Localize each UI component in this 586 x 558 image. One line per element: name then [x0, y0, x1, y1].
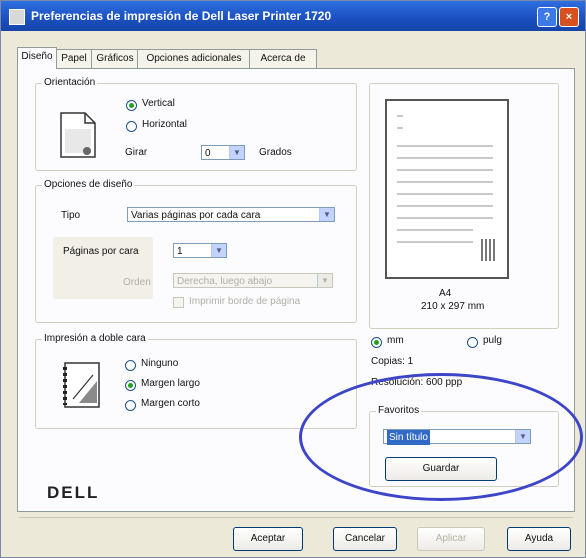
dell-logo: DELL [47, 483, 100, 502]
preview-line [397, 205, 493, 207]
portrait-page-icon [60, 112, 96, 158]
preview-line [397, 145, 493, 147]
pages-per-side-value: 1 [177, 246, 183, 257]
pages-per-side-label: Páginas por cara [63, 246, 139, 257]
close-button[interactable]: × [559, 7, 579, 27]
duplex-short-edge-label: Margen corto [141, 398, 200, 409]
order-label: Orden [123, 277, 151, 288]
tab-graphics[interactable]: Gráficos [91, 49, 139, 68]
chevron-down-icon: ▼ [211, 244, 226, 257]
layout-type-select[interactable]: Varias páginas por cada cara ▼ [127, 207, 335, 222]
printer-icon [9, 9, 25, 25]
duplex-long-edge-label: Margen largo [141, 378, 200, 389]
duplex-none-radio[interactable] [125, 360, 136, 371]
title-bar: Preferencias de impresión de Dell Laser … [1, 1, 585, 31]
paper-name: A4 [439, 288, 452, 299]
duplex-page-icon [63, 362, 100, 408]
window-title: Preferencias de impresión de Dell Laser … [31, 9, 332, 23]
tab-additional-options[interactable]: Opciones adicionales [137, 49, 251, 68]
preview-line [397, 157, 493, 159]
preview-line [397, 169, 493, 171]
preview-line [397, 181, 493, 183]
units-mm-radio[interactable] [371, 337, 382, 348]
print-border-checkbox[interactable] [173, 297, 184, 308]
preview-line [397, 217, 493, 219]
order-value: Derecha, luego abajo [177, 276, 273, 287]
units-mm-label: mm [387, 335, 404, 346]
cancel-button[interactable]: Cancelar [333, 527, 397, 551]
tab-about[interactable]: Acerca de [249, 49, 317, 68]
preview-line [397, 127, 403, 129]
apply-button[interactable]: Aplicar [417, 527, 485, 551]
rotate-value: 0 [205, 148, 211, 159]
duplex-none-label: Ninguno [141, 358, 179, 369]
landscape-label: Horizontal [142, 119, 188, 130]
print-border-label: Imprimir borde de página [189, 296, 301, 307]
order-select[interactable]: Derecha, luego abajo ▼ [173, 273, 333, 288]
help-button[interactable]: Ayuda [507, 527, 571, 551]
chevron-down-icon: ▼ [317, 274, 332, 287]
help-title-button[interactable]: ? [537, 7, 557, 27]
chevron-down-icon: ▼ [229, 146, 244, 159]
tab-paper[interactable]: Papel [55, 49, 93, 68]
tab-layout[interactable]: Diseño [17, 47, 57, 69]
preview-line [397, 241, 473, 243]
rotate-select[interactable]: 0 ▼ [201, 145, 245, 160]
units-inch-radio[interactable] [467, 337, 478, 348]
rotate-label: Girar [125, 147, 148, 158]
portrait-radio[interactable] [126, 100, 137, 111]
ok-button[interactable]: Aceptar [233, 527, 303, 551]
preview-line [397, 115, 403, 117]
chevron-down-icon: ▼ [319, 208, 334, 221]
layout-type-value: Varias páginas por cada cara [131, 210, 261, 221]
portrait-label: Vertical [142, 98, 175, 109]
pages-per-side-select[interactable]: 1 ▼ [173, 243, 227, 258]
copies-label: Copias: 1 [371, 356, 414, 367]
duplex-long-edge-radio[interactable] [125, 380, 136, 391]
highlight-circle [299, 373, 583, 501]
duplex-short-edge-radio[interactable] [125, 400, 136, 411]
print-preferences-dialog: Preferencias de impresión de Dell Laser … [0, 0, 586, 558]
page-preview [385, 99, 509, 279]
orientation-title: Orientación [42, 77, 98, 88]
units-inch-label: pulg [483, 335, 502, 346]
type-label: Tipo [61, 210, 81, 221]
degrees-label: Grados [259, 147, 292, 158]
separator [19, 517, 573, 518]
duplex-title: Impresión a doble cara [42, 333, 148, 344]
layout-options-title: Opciones de diseño [42, 179, 135, 190]
landscape-radio[interactable] [126, 121, 137, 132]
preview-line [397, 229, 473, 231]
paper-size: 210 x 297 mm [421, 301, 485, 312]
barcode-icon [481, 239, 497, 261]
preview-line [397, 193, 493, 195]
